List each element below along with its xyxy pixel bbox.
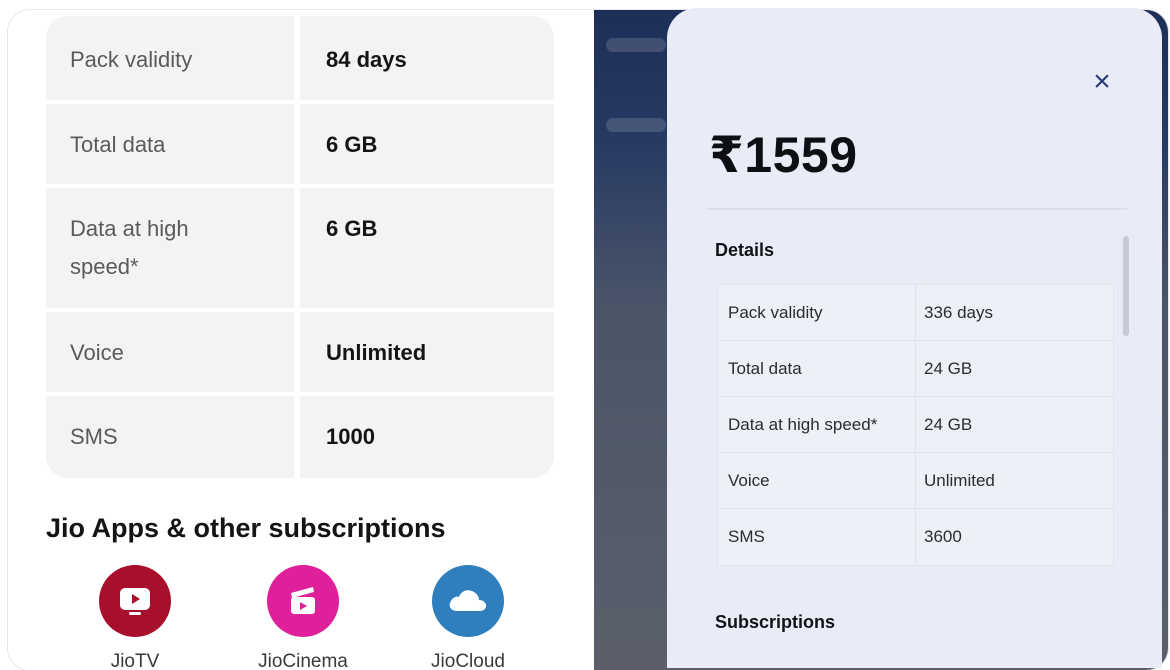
plan-price: ₹1559 (709, 127, 858, 183)
row-label: Data at high speed* (70, 216, 189, 279)
row-value: 336 days (924, 303, 993, 322)
row-label: Pack validity (728, 303, 823, 322)
row-value: 84 days (326, 47, 407, 72)
plan-details-pane: Pack validity 84 days Total data 6 GB Da… (8, 10, 594, 670)
row-value: Unlimited (924, 471, 995, 490)
row-value: Unlimited (326, 340, 427, 365)
row-label: Voice (70, 340, 124, 365)
app-jiocinema[interactable]: JioCinema (233, 565, 373, 670)
scrollbar[interactable] (1123, 236, 1129, 336)
apps-section-title: Jio Apps & other subscriptions (46, 513, 446, 543)
subscriptions-heading: Subscriptions (715, 612, 836, 632)
row-label: Total data (70, 132, 166, 157)
app-name: JioTV (110, 651, 160, 670)
table-row: Voice Unlimited (46, 312, 554, 396)
row-label: Pack validity (70, 47, 193, 72)
row-value: 6 GB (326, 216, 378, 241)
app-name: JioCinema (258, 651, 348, 670)
app-jiocloud[interactable]: JioCloud (398, 565, 538, 670)
row-label: Total data (728, 359, 802, 378)
table-row: Pack validity 336 days (718, 285, 1113, 341)
plan-details-modal: × ₹1559 Details Pack validity 336 days T… (667, 8, 1162, 668)
close-icon[interactable]: × (1084, 64, 1120, 100)
row-value: 6 GB (326, 132, 378, 157)
row-value: 24 GB (924, 359, 973, 378)
table-row: Pack validity 84 days (46, 16, 554, 104)
row-value: 24 GB (924, 415, 973, 434)
row-value: 3600 (924, 527, 962, 546)
clapperboard-icon (267, 565, 339, 637)
divider (707, 208, 1127, 210)
blurred-element (606, 118, 666, 132)
table-row: Total data 6 GB (46, 104, 554, 188)
table-row: SMS 1000 (46, 396, 554, 478)
table-row: SMS 3600 (718, 509, 1113, 564)
row-label: Data at high speed* (728, 415, 878, 434)
table-row: Voice Unlimited (718, 453, 1113, 509)
app-name: JioCloud (431, 651, 505, 670)
plan-details-table: Pack validity 84 days Total data 6 GB Da… (46, 16, 554, 478)
row-label: SMS (70, 424, 118, 449)
table-row: Data at high speed* 24 GB (718, 397, 1113, 453)
row-label: Voice (728, 471, 770, 490)
tv-icon (99, 565, 171, 637)
modal-details-table: Pack validity 336 days Total data 24 GB … (717, 284, 1114, 566)
blurred-element (606, 38, 666, 52)
row-label: SMS (728, 527, 765, 546)
row-value: 1000 (326, 424, 375, 449)
table-row: Data at high speed* 6 GB (46, 188, 554, 312)
app-jiotv[interactable]: JioTV (65, 565, 205, 670)
table-row: Total data 24 GB (718, 341, 1113, 397)
cloud-icon (432, 565, 504, 637)
details-heading: Details (715, 240, 775, 260)
